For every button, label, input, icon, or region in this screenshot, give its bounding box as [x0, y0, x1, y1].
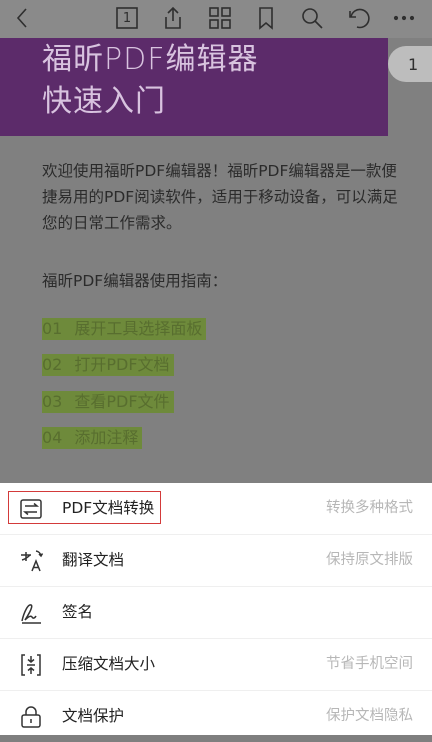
back-icon[interactable] — [8, 3, 38, 33]
guide-step: 03 查看PDF文件 — [42, 391, 174, 413]
step-number: 01 — [42, 319, 63, 338]
more-icon[interactable] — [389, 3, 419, 33]
page-indicator-badge[interactable]: 1 — [388, 46, 432, 82]
pdf-convert-label: PDF文档转换 — [62, 499, 155, 517]
page-number-label: 1 — [122, 10, 132, 26]
pdf-convert-item[interactable]: PDF文档转换 转换多种格式 — [0, 483, 432, 534]
search-icon[interactable] — [297, 3, 327, 33]
step-text: 展开工具选择面板 — [74, 319, 203, 338]
guide-step: 02 打开PDF文档 — [42, 354, 174, 376]
convert-icon — [18, 496, 44, 522]
protect-label: 文档保护 — [62, 707, 125, 725]
share-icon[interactable] — [158, 3, 188, 33]
signature-item[interactable]: 签名 — [0, 587, 432, 638]
lock-icon — [18, 704, 44, 730]
compress-description: 节省手机空间 — [326, 656, 413, 672]
tools-bottom-sheet: PDF文档转换 转换多种格式 翻译文档 保持原文排版 签名 压缩文档大小 节省手… — [0, 483, 432, 735]
banner-subtitle: 快速入门 — [42, 84, 166, 119]
step-number: 03 — [42, 392, 63, 411]
guide-step: 01 展开工具选择面板 — [42, 318, 207, 340]
title-banner: 福昕PDF编辑器 快速入门 — [0, 38, 388, 136]
translate-label: 翻译文档 — [62, 551, 125, 569]
step-text: 添加注释 — [74, 428, 139, 447]
protect-item[interactable]: 文档保护 保护文档隐私 — [0, 691, 432, 742]
undo-icon[interactable] — [343, 3, 373, 33]
thumbnails-icon[interactable] — [205, 3, 235, 33]
pdf-convert-description: 转换多种格式 — [326, 500, 413, 516]
step-number: 02 — [42, 355, 63, 374]
top-toolbar: 1 — [0, 0, 432, 38]
compress-item[interactable]: 压缩文档大小 节省手机空间 — [0, 639, 432, 690]
signature-label: 签名 — [62, 603, 94, 621]
compress-icon — [18, 652, 44, 678]
guide-title: 福昕PDF编辑器使用指南： — [42, 272, 228, 290]
translate-icon — [18, 548, 44, 574]
compress-label: 压缩文档大小 — [62, 655, 156, 673]
translate-description: 保持原文排版 — [326, 552, 413, 568]
step-text: 查看PDF文件 — [74, 392, 170, 411]
intro-paragraph: 欢迎使用福昕PDF编辑器！福昕PDF编辑器是一款便捷易用的PDF阅读软件，适用于… — [42, 162, 398, 232]
step-number: 04 — [42, 428, 63, 447]
bookmark-icon[interactable] — [251, 3, 281, 33]
translate-item[interactable]: 翻译文档 保持原文排版 — [0, 535, 432, 586]
banner-title: 福昕PDF编辑器 — [42, 42, 259, 77]
document-page[interactable]: 福昕PDF编辑器 快速入门 1 欢迎使用福昕PDF编辑器！福昕PDF编辑器是一款… — [0, 38, 432, 483]
step-text: 打开PDF文档 — [74, 355, 170, 374]
guide-step: 04 添加注释 — [42, 427, 143, 449]
page-number-button[interactable]: 1 — [112, 3, 142, 33]
protect-description: 保护文档隐私 — [326, 708, 413, 724]
signature-icon — [18, 600, 44, 626]
